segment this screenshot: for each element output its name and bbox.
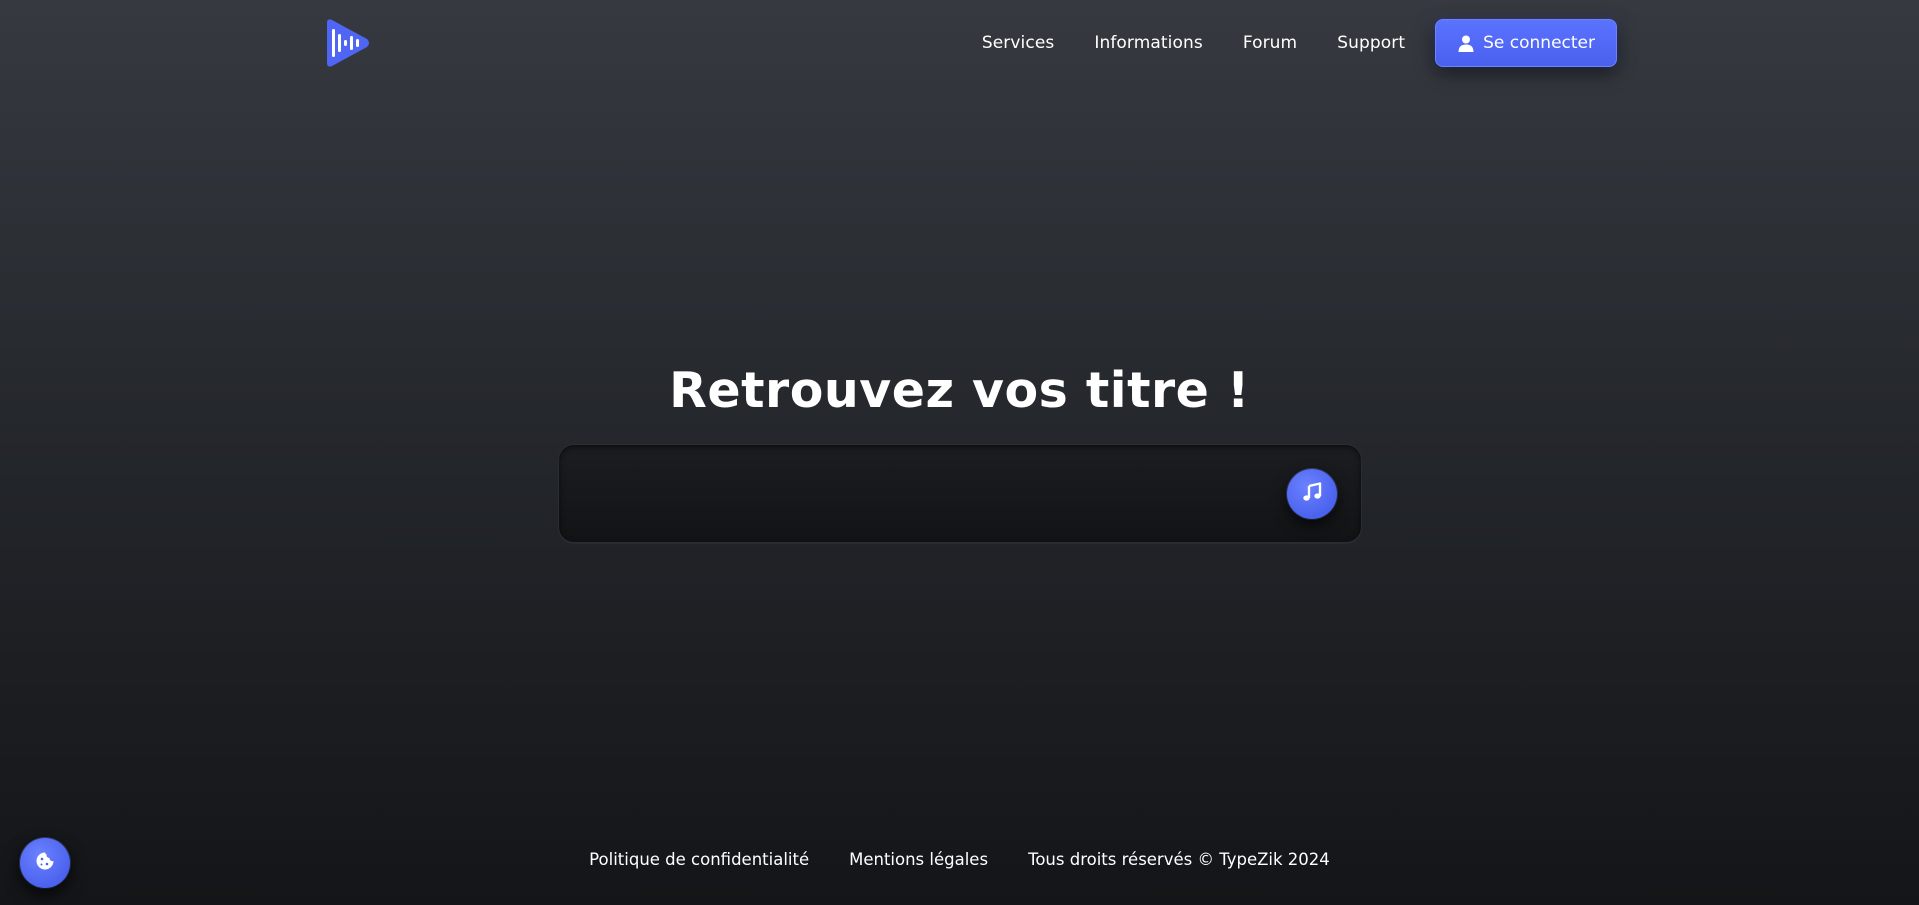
- cookie-icon: [35, 851, 55, 875]
- search-submit-button[interactable]: [1287, 469, 1337, 519]
- search-bar: [558, 444, 1362, 543]
- main-nav: Services Informations Forum Support Se c…: [982, 19, 1617, 67]
- user-icon: [1458, 35, 1474, 52]
- cookie-settings-button[interactable]: [20, 838, 70, 888]
- nav-services[interactable]: Services: [982, 33, 1055, 53]
- music-note-icon: [1302, 482, 1322, 506]
- site-footer: Politique de confidentialité Mentions lé…: [0, 850, 1919, 869]
- footer-copyright: Tous droits réservés © TypeZik 2024: [1028, 850, 1330, 869]
- page-title: Retrouvez vos titre !: [669, 362, 1250, 419]
- site-header: Services Informations Forum Support Se c…: [0, 0, 1919, 86]
- footer-privacy-link[interactable]: Politique de confidentialité: [589, 850, 809, 869]
- search-input[interactable]: [581, 471, 1261, 517]
- nav-forum[interactable]: Forum: [1243, 33, 1297, 53]
- login-button-label: Se connecter: [1483, 33, 1595, 53]
- nav-support[interactable]: Support: [1337, 33, 1405, 53]
- footer-legal-link[interactable]: Mentions légales: [849, 850, 988, 869]
- soundwave-play-logo[interactable]: [323, 18, 371, 68]
- login-button[interactable]: Se connecter: [1435, 19, 1617, 67]
- nav-informations[interactable]: Informations: [1094, 33, 1202, 53]
